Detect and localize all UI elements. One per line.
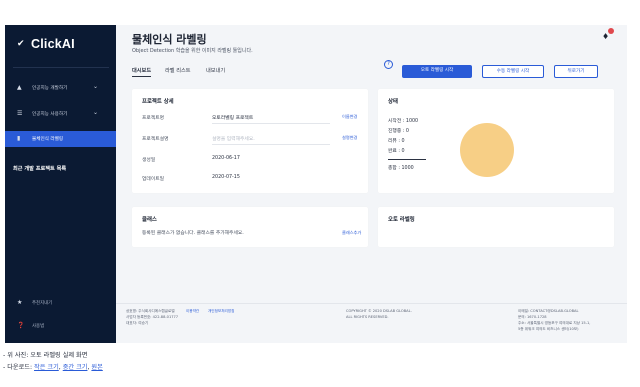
privacy-link[interactable]: 개인정보처리방침 bbox=[208, 308, 234, 314]
footer-contact-line: 5층 위워크 여의도 비즈니스 센터(10모) bbox=[518, 327, 579, 331]
caption-photo: - 위 사진: 오토 라벨링 실제 화면 bbox=[3, 352, 88, 359]
sidebar-item-recommend[interactable]: ★ 추천지내기 bbox=[5, 297, 116, 309]
chevron-down-icon: ⌄ bbox=[93, 83, 99, 90]
project-name-label: 프로젝트명 bbox=[142, 116, 165, 121]
sidebar-item-label: 인공지능 사용하기 bbox=[32, 112, 68, 117]
stat-divider bbox=[388, 159, 426, 160]
main-content: 물체인식 라벨링 Object Detection 학습을 위한 이미지 라벨링… bbox=[116, 25, 627, 343]
app-screenshot: ✔ ClickAI ▲ 인공지능 개발하기 ⌄ ☰ 인공지능 사용하기 ⌄ ▮ … bbox=[5, 25, 627, 343]
download-small-link[interactable]: 작은 크기 bbox=[34, 364, 59, 371]
stat-not-started: 시작전 : 1000 bbox=[388, 119, 419, 124]
updated-date-value: 2020-07-15 bbox=[212, 175, 240, 180]
sidebar-item-label: 사용법 bbox=[32, 324, 45, 329]
page: ✔ ClickAI ▲ 인공지능 개발하기 ⌄ ☰ 인공지능 사용하기 ⌄ ▮ … bbox=[0, 0, 640, 387]
caption-download-prefix: - 다운로드: bbox=[3, 364, 35, 371]
project-name-underline bbox=[212, 123, 330, 124]
footer-company-line: 대표자: 여승기 bbox=[126, 321, 149, 325]
logo-text: ClickAI bbox=[31, 37, 75, 51]
tab-dashboard[interactable]: 대시보드 bbox=[132, 67, 152, 77]
logo[interactable]: ✔ ClickAI bbox=[17, 37, 75, 51]
class-empty-text: 등록된 클래스가 없습니다. 클래스를 추가해주세요. bbox=[142, 231, 244, 236]
sidebar-item-label: 추천지내기 bbox=[32, 301, 53, 306]
auto-label-start-button[interactable]: 오토 라벨링 시작 bbox=[402, 65, 472, 78]
tab-export[interactable]: 내보내기 bbox=[206, 67, 225, 76]
help-circle-icon: ❓ bbox=[17, 322, 25, 329]
footer-copyright-line: ALL RIGHTS RESERVED. bbox=[346, 315, 389, 319]
stat-in-progress: 진행중 : 0 bbox=[388, 129, 409, 134]
android-icon: ▲ bbox=[17, 84, 22, 91]
sidebar-item-labeling[interactable]: ▮ 물체인식 라벨링 bbox=[5, 131, 116, 147]
footer-divider bbox=[116, 303, 627, 304]
updated-date-label: 업데이트일 bbox=[142, 177, 165, 182]
status-pie-chart bbox=[460, 123, 514, 177]
download-original-link[interactable]: 원본 bbox=[91, 364, 102, 371]
recent-projects-title: 최근 개발 프로젝트 목록 bbox=[13, 166, 67, 172]
page-title: 물체인식 라벨링 bbox=[132, 33, 207, 46]
back-button[interactable]: 뒤로가기 bbox=[554, 65, 598, 78]
sidebar-item-label: 물체인식 라벨링 bbox=[32, 137, 64, 142]
project-detail-title: 프로젝트 상세 bbox=[142, 99, 174, 105]
help-icon[interactable]: ? bbox=[384, 60, 393, 69]
edit-desc-link[interactable]: 설명변경 bbox=[342, 135, 357, 141]
status-title: 상태 bbox=[388, 99, 398, 105]
bell-icon[interactable]: ♦ bbox=[602, 32, 612, 42]
stat-done: 완료 : 0 bbox=[388, 149, 405, 154]
logo-check-icon: ✔ bbox=[17, 39, 25, 49]
label-icon: ▮ bbox=[17, 135, 21, 142]
project-name-value: 오토라벨링 프로젝트 bbox=[212, 116, 254, 121]
project-detail-card: 프로젝트 상세 프로젝트명 오토라벨링 프로젝트 이름변경 프로젝트설명 설명을… bbox=[132, 89, 368, 193]
sidebar-item-howto[interactable]: ❓ 사용법 bbox=[5, 320, 116, 332]
rename-link[interactable]: 이름변경 bbox=[342, 114, 357, 120]
page-subtitle: Object Detection 학습을 위한 이미지 라벨링 툴입니다. bbox=[132, 48, 253, 54]
stat-review: 리뷰 : 0 bbox=[388, 139, 405, 144]
list-icon: ☰ bbox=[17, 110, 23, 117]
star-icon: ★ bbox=[17, 299, 23, 306]
manual-label-start-button[interactable]: 수동 라벨링 시작 bbox=[482, 65, 544, 78]
sidebar-item-label: 인공지능 개발하기 bbox=[32, 86, 68, 91]
created-date-value: 2020-06-17 bbox=[212, 156, 240, 161]
download-medium-link[interactable]: 중간 크기 bbox=[63, 364, 88, 371]
sidebar-item-develop-ai[interactable]: ▲ 인공지능 개발하기 ⌄ bbox=[5, 80, 116, 96]
terms-link[interactable]: 이용약관 bbox=[186, 308, 199, 314]
auto-label-title: 오토 라벨링 bbox=[388, 217, 415, 223]
tab-label-list[interactable]: 라벨 리스트 bbox=[165, 67, 191, 76]
class-title: 클래스 bbox=[142, 217, 157, 223]
sidebar: ✔ ClickAI ▲ 인공지능 개발하기 ⌄ ☰ 인공지능 사용하기 ⌄ ▮ … bbox=[5, 25, 116, 343]
created-date-label: 생성일 bbox=[142, 158, 156, 163]
status-card: 상태 시작전 : 1000 진행중 : 0 리뷰 : 0 완료 : 0 총합 :… bbox=[378, 89, 614, 193]
chevron-down-icon: ⌄ bbox=[93, 109, 99, 116]
sidebar-item-use-ai[interactable]: ☰ 인공지능 사용하기 ⌄ bbox=[5, 106, 116, 122]
stat-total: 총합 : 1000 bbox=[388, 166, 414, 171]
project-desc-underline bbox=[212, 144, 330, 145]
project-desc-input[interactable]: 설명을 입력해주세요. bbox=[212, 135, 255, 142]
footer: 상호명: 주식회사디에스랩글로벌 사업자 등록번호: 422-88-01777 … bbox=[116, 303, 627, 343]
project-desc-label: 프로젝트설명 bbox=[142, 137, 169, 142]
sidebar-divider bbox=[13, 67, 109, 68]
class-card: 클래스 등록된 클래스가 없습니다. 클래스를 추가해주세요. 클래스추가 bbox=[132, 207, 368, 247]
auto-label-card: 오토 라벨링 bbox=[378, 207, 614, 247]
caption-download: - 다운로드: 작은 크기, 중간 크기, 원본 bbox=[3, 364, 103, 371]
add-class-link[interactable]: 클래스추가 bbox=[342, 230, 361, 236]
